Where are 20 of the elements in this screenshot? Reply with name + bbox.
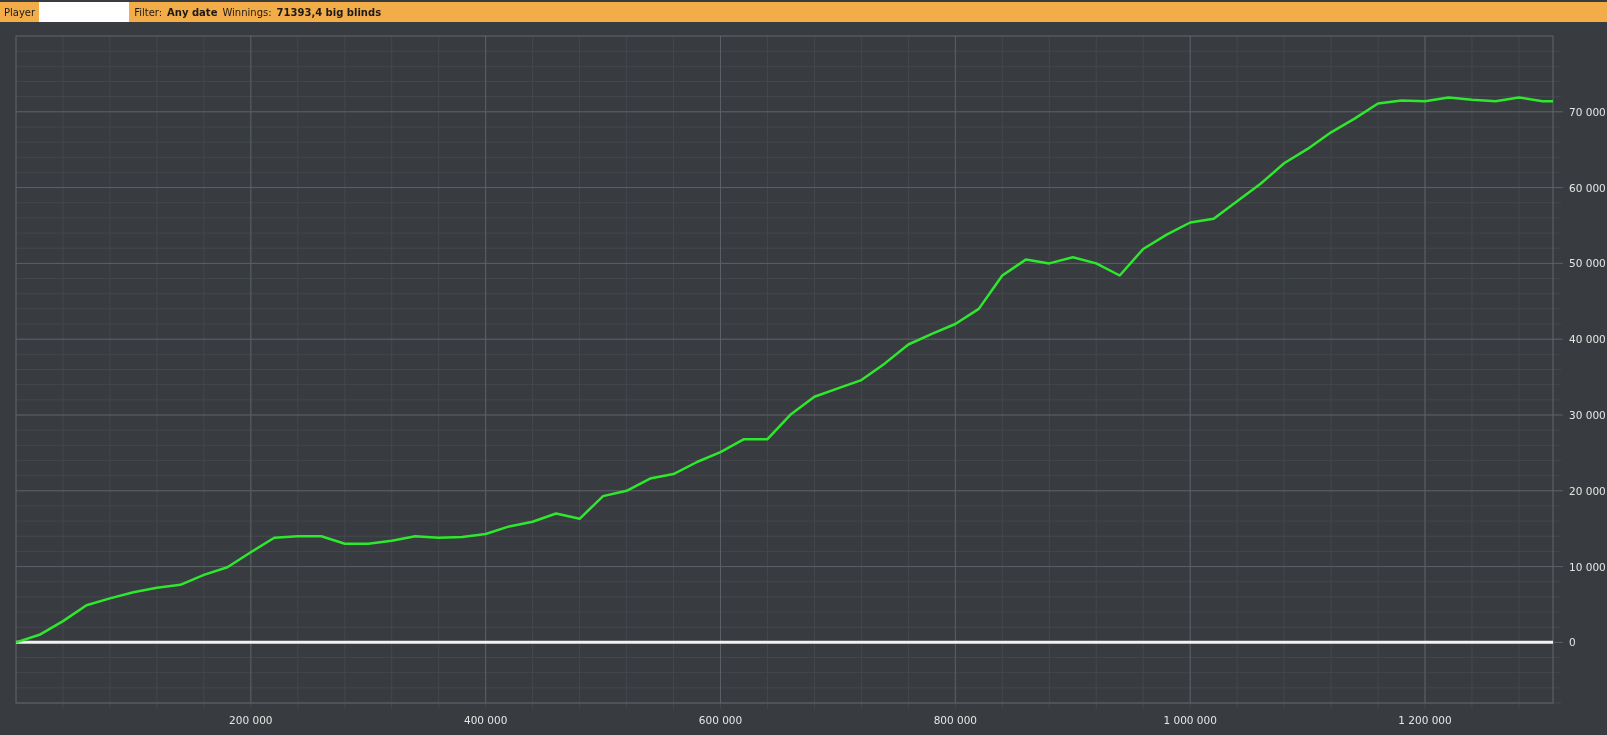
y-axis-label: 20 000 bbox=[1569, 484, 1606, 497]
y-axis-label: 0 bbox=[1569, 636, 1576, 649]
x-axis-label: 400 000 bbox=[463, 714, 508, 726]
x-axis-label: 1 000 000 bbox=[1163, 714, 1217, 726]
filter-value: Any date bbox=[167, 6, 218, 18]
y-axis-label: 50 000 bbox=[1569, 257, 1606, 270]
y-axis-label: 30 000 bbox=[1569, 409, 1606, 421]
y-axis-label: 40 000 bbox=[1569, 333, 1606, 346]
player-label: Player bbox=[4, 6, 36, 18]
x-axis-label: 1 200 000 bbox=[1398, 714, 1452, 726]
filter-label: Filter: bbox=[134, 6, 163, 18]
x-axis-label: 600 000 bbox=[698, 714, 743, 726]
winnings-label: Winnings: bbox=[222, 6, 272, 18]
x-axis-label: 200 000 bbox=[229, 714, 273, 726]
y-axis-label: 70 000 bbox=[1569, 105, 1606, 118]
player-field[interactable] bbox=[39, 2, 130, 22]
winnings-value: 71393,4 big blinds bbox=[276, 6, 382, 18]
x-axis-label: 800 000 bbox=[933, 714, 978, 726]
y-axis-label: 60 000 bbox=[1569, 181, 1606, 194]
y-axis-label: 10 000 bbox=[1569, 560, 1606, 573]
